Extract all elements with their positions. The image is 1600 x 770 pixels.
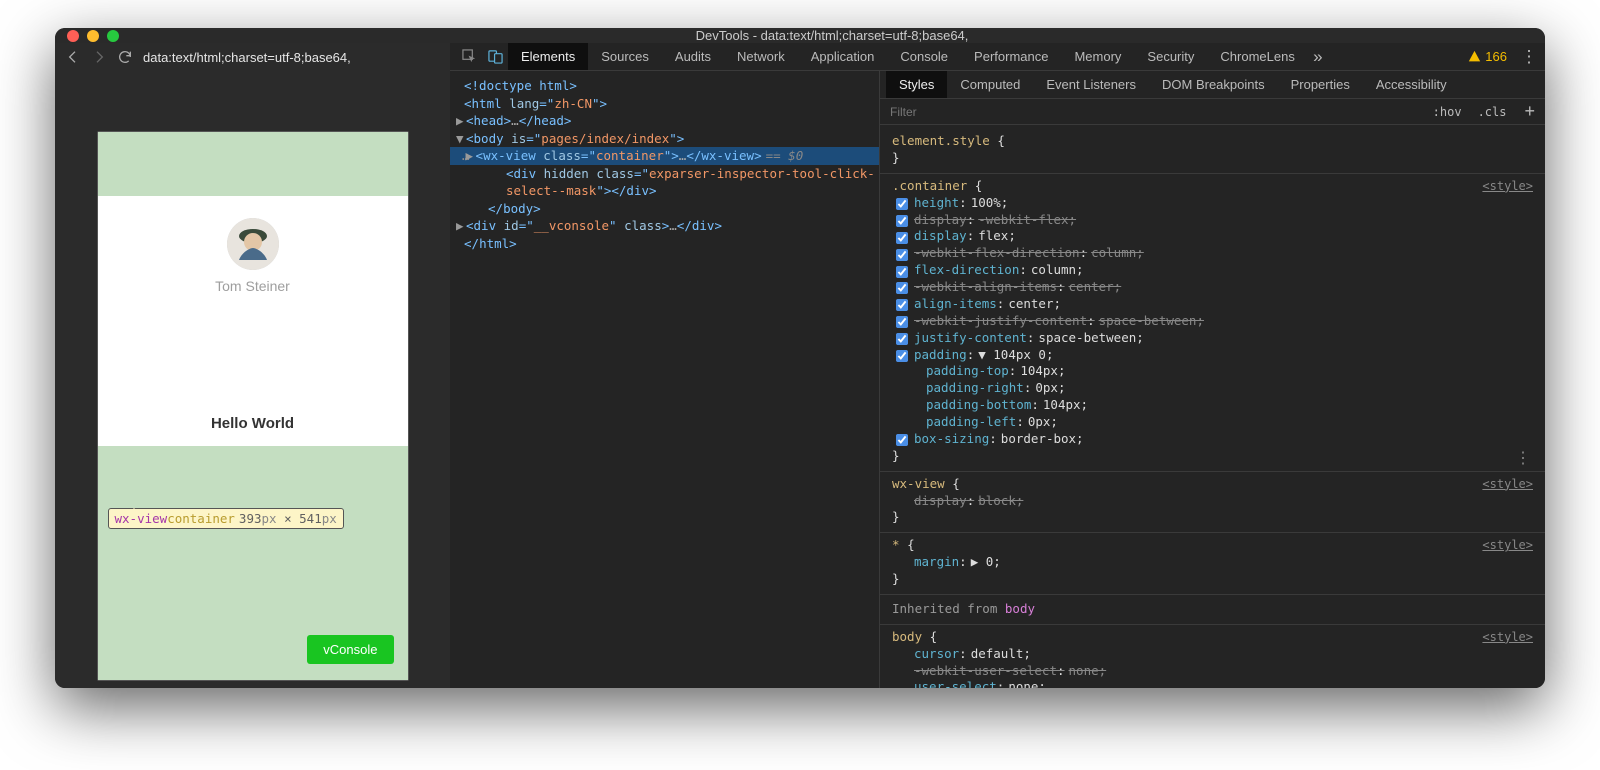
css-declaration[interactable]: cursor: default; <box>892 646 1533 663</box>
tab-security[interactable]: Security <box>1134 43 1207 70</box>
property-toggle[interactable] <box>896 198 908 210</box>
property-toggle[interactable] <box>896 316 908 328</box>
device-viewport: Tom Steiner Hello World wx-viewcontainer… <box>97 131 409 681</box>
inspector-tooltip: wx-viewcontainer 393px × 541px <box>108 508 344 529</box>
tab-sources[interactable]: Sources <box>588 43 662 70</box>
hello-label: Hello World <box>211 415 294 432</box>
forward-icon[interactable] <box>91 49 107 65</box>
css-declaration[interactable]: flex-direction: column; <box>892 262 1533 279</box>
more-tabs[interactable]: » <box>1308 47 1328 67</box>
property-toggle[interactable] <box>896 333 908 345</box>
tab-accessibility[interactable]: Accessibility <box>1363 71 1460 98</box>
window-title: DevTools - data:text/html;charset=utf-8;… <box>131 28 1533 43</box>
device-pane: data:text/html;charset=utf-8;base64, Tom… <box>55 43 450 688</box>
css-declaration[interactable]: justify-content: space-between; <box>892 330 1533 347</box>
tab-properties[interactable]: Properties <box>1278 71 1363 98</box>
username-label: Tom Steiner <box>215 278 290 294</box>
css-declaration[interactable]: user-select: none; <box>892 679 1533 688</box>
minimize-icon[interactable] <box>87 30 99 42</box>
new-rule-button[interactable]: + <box>1514 101 1545 122</box>
style-rules[interactable]: element.style {}.container {<style>heigh… <box>880 125 1545 688</box>
css-declaration[interactable]: margin: ▶ 0; <box>892 554 1533 571</box>
menu-icon[interactable]: ⋮ <box>1519 47 1539 67</box>
dom-line[interactable]: ▼<body is="pages/index/index"> <box>450 130 879 148</box>
property-toggle[interactable] <box>896 215 908 227</box>
source-link[interactable]: <style> <box>1482 537 1533 553</box>
styles-panel: StylesComputedEvent ListenersDOM Breakpo… <box>880 71 1545 688</box>
close-icon[interactable] <box>67 30 79 42</box>
source-link[interactable]: <style> <box>1482 629 1533 645</box>
css-sub-declaration[interactable]: padding-right: 0px; <box>892 380 1533 397</box>
tab-event-listeners[interactable]: Event Listeners <box>1033 71 1149 98</box>
css-declaration[interactable]: display: flex; <box>892 228 1533 245</box>
dom-line[interactable]: …▶<wx-view class="container">…</wx-view>… <box>450 147 879 165</box>
css-declaration[interactable]: -webkit-user-select: none; <box>892 663 1533 680</box>
url-field[interactable]: data:text/html;charset=utf-8;base64, <box>143 50 351 65</box>
css-sub-declaration[interactable]: padding-left: 0px; <box>892 414 1533 431</box>
dom-line[interactable]: ▶<div id="__vconsole" class>…</div> <box>450 217 879 235</box>
device-toggle-icon[interactable] <box>482 49 508 64</box>
css-sub-declaration[interactable]: padding-top: 104px; <box>892 363 1533 380</box>
main-tabs: ElementsSourcesAuditsNetworkApplicationC… <box>450 43 1545 71</box>
property-toggle[interactable] <box>896 434 908 446</box>
dom-tree[interactable]: <!doctype html><html lang="zh-CN">▶<head… <box>450 71 879 688</box>
source-link[interactable]: <style> <box>1482 476 1533 492</box>
styles-filter-input[interactable] <box>880 105 1425 119</box>
dom-line[interactable]: select--mask"></div> <box>450 182 879 200</box>
tab-memory[interactable]: Memory <box>1061 43 1134 70</box>
zoom-icon[interactable] <box>107 30 119 42</box>
css-declaration[interactable]: display: block; <box>892 493 1533 510</box>
reload-icon[interactable] <box>117 49 133 65</box>
css-declaration[interactable]: height: 100%; <box>892 195 1533 212</box>
css-sub-declaration[interactable]: padding-bottom: 104px; <box>892 397 1533 414</box>
tab-chromelens[interactable]: ChromeLens <box>1207 43 1307 70</box>
dom-panel: <!doctype html><html lang="zh-CN">▶<head… <box>450 71 880 688</box>
dom-line[interactable]: ▶<head>…</head> <box>450 112 879 130</box>
dom-line[interactable]: <!doctype html> <box>450 77 879 95</box>
property-toggle[interactable] <box>896 350 908 362</box>
tab-network[interactable]: Network <box>724 43 798 70</box>
css-declaration[interactable]: -webkit-justify-content: space-between; <box>892 313 1533 330</box>
cls-toggle[interactable]: .cls <box>1470 102 1515 122</box>
titlebar: DevTools - data:text/html;charset=utf-8;… <box>55 28 1545 43</box>
vconsole-button[interactable]: vConsole <box>307 635 393 664</box>
dom-line[interactable]: <div hidden class="exparser-inspector-to… <box>450 165 879 183</box>
tab-dom-breakpoints[interactable]: DOM Breakpoints <box>1149 71 1278 98</box>
devtools-window: DevTools - data:text/html;charset=utf-8;… <box>55 28 1545 688</box>
tab-elements[interactable]: Elements <box>508 43 588 70</box>
tab-console[interactable]: Console <box>887 43 961 70</box>
avatar <box>227 218 279 270</box>
dom-line[interactable]: <html lang="zh-CN"> <box>450 95 879 113</box>
property-toggle[interactable] <box>896 299 908 311</box>
property-toggle[interactable] <box>896 232 908 244</box>
css-declaration[interactable]: -webkit-align-items: center; <box>892 279 1533 296</box>
source-link[interactable]: <style> <box>1482 178 1533 194</box>
dom-line[interactable]: </html> <box>450 235 879 253</box>
css-declaration[interactable]: -webkit-flex-direction: column; <box>892 245 1533 262</box>
rule-menu-icon[interactable]: ⋮ <box>1515 447 1531 469</box>
css-declaration[interactable]: display: -webkit-flex; <box>892 212 1533 229</box>
warning-badge[interactable]: 166 <box>1468 49 1519 64</box>
tab-computed[interactable]: Computed <box>947 71 1033 98</box>
tab-performance[interactable]: Performance <box>961 43 1061 70</box>
css-declaration[interactable]: box-sizing: border-box; <box>892 431 1533 448</box>
dom-line[interactable]: </body> <box>450 200 879 218</box>
css-declaration[interactable]: align-items: center; <box>892 296 1533 313</box>
tab-application[interactable]: Application <box>798 43 888 70</box>
tab-audits[interactable]: Audits <box>662 43 724 70</box>
css-declaration[interactable]: padding: ▼ 104px 0; <box>892 347 1533 364</box>
property-toggle[interactable] <box>896 282 908 294</box>
back-icon[interactable] <box>65 49 81 65</box>
hov-toggle[interactable]: :hov <box>1425 102 1470 122</box>
inspect-element-icon[interactable] <box>456 49 482 64</box>
property-toggle[interactable] <box>896 249 908 261</box>
property-toggle[interactable] <box>896 266 908 278</box>
tab-styles[interactable]: Styles <box>886 71 947 98</box>
